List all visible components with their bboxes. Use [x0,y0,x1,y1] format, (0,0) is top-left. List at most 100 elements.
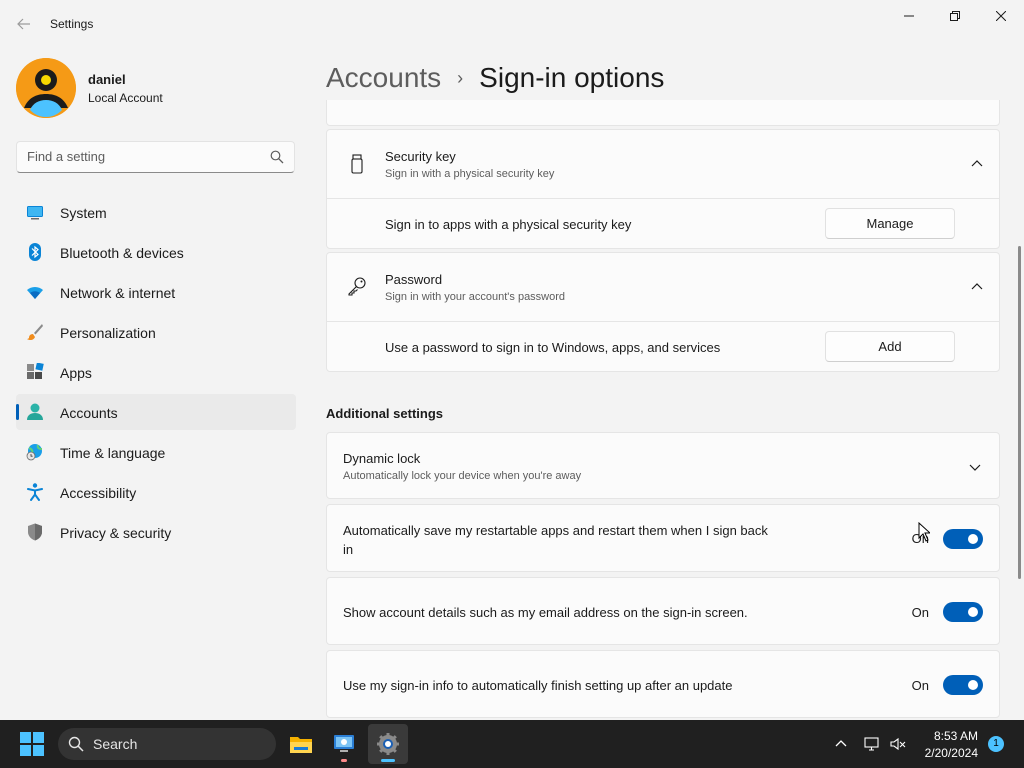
scrolled-card[interactable] [326,100,1000,126]
taskbar-search[interactable]: Search [58,728,276,760]
sidebar-item-label: Apps [60,365,92,381]
taskbar-remote-desktop[interactable] [324,724,364,764]
page-title: Sign-in options [479,62,665,93]
account-details-card: Show account details such as my email ad… [326,577,1000,645]
apps-icon [27,363,44,379]
network-icon[interactable] [864,736,880,752]
additional-settings-heading: Additional settings [326,406,443,421]
account-type: Local Account [88,91,163,105]
security-key-subtitle: Sign in with a physical security key [385,168,555,180]
sidebar-item-label: Accounts [60,405,118,421]
scrollbar-thumb[interactable] [1018,246,1021,579]
main-content: Security key Sign in with a physical sec… [326,100,1000,720]
signin-info-card: Use my sign-in info to automatically fin… [326,650,1000,718]
sidebar-item-personalization[interactable]: Personalization [16,314,296,350]
sidebar-item-accounts[interactable]: Accounts [16,394,296,430]
sidebar-item-network[interactable]: Network & internet [16,274,296,310]
signin-info-toggle[interactable] [943,675,983,695]
dynamic-lock-title: Dynamic lock [343,451,421,466]
sidebar-item-label: Network & internet [60,285,176,301]
taskbar-file-explorer[interactable] [281,724,321,764]
password-detail: Use a password to sign in to Windows, ap… [385,340,721,355]
active-indicator [381,759,395,762]
search-input[interactable] [27,149,257,164]
divider [327,198,1000,199]
running-indicator [341,759,347,762]
sidebar-item-label: System [60,205,107,221]
user-name: daniel [88,72,126,87]
password-header[interactable]: Password Sign in with your account's pas… [327,253,1000,321]
minimize-icon [904,15,914,17]
minimize-button[interactable] [886,0,932,32]
system-icon [27,206,43,220]
sidebar-nav: System Bluetooth & devices Network & int… [16,194,296,554]
account-details-toggle[interactable] [943,602,983,622]
clock-date[interactable]: 2/20/2024 [918,746,978,760]
volume-muted-icon[interactable] [890,736,906,752]
toggle-state-label: On [911,678,929,693]
key-icon [348,277,366,296]
breadcrumb-parent[interactable]: Accounts [326,62,441,94]
chevron-up-icon [971,160,983,167]
accounts-icon [27,403,43,420]
sidebar-item-accessibility[interactable]: Accessibility [16,474,296,510]
security-key-card: Security key Sign in with a physical sec… [326,129,1000,249]
password-subtitle: Sign in with your account's password [385,291,566,303]
back-button[interactable] [12,12,36,36]
signin-info-label: Use my sign-in info to automatically fin… [343,678,733,693]
password-card: Password Sign in with your account's pas… [326,252,1000,372]
divider [327,321,1000,322]
shield-icon [28,523,42,541]
notification-badge[interactable]: 1 [988,736,1004,752]
restore-icon [950,11,960,21]
user-avatar-icon [16,58,76,118]
dynamic-lock-subtitle: Automatically lock your device when you'… [343,470,582,482]
accessibility-icon [27,483,43,501]
sidebar-item-label: Personalization [60,325,156,341]
chevron-up-icon[interactable] [833,736,849,752]
bluetooth-icon [29,243,41,261]
manage-button[interactable]: Manage [825,208,955,239]
add-password-button[interactable]: Add [825,331,955,362]
back-arrow-icon [17,18,30,30]
taskbar-settings[interactable] [368,724,408,764]
taskbar-search-label: Search [93,736,138,752]
sidebar-item-label: Bluetooth & devices [60,245,184,261]
clock-time[interactable]: 8:53 AM [922,729,978,743]
security-key-detail: Sign in to apps with a physical security… [385,217,632,232]
search-icon [68,736,84,752]
settings-search[interactable] [16,141,295,173]
remote-desktop-icon [334,735,354,752]
taskbar: Search 8:53 AM 2/20/2024 1 [0,720,1024,768]
usb-key-icon [351,154,363,174]
avatar [16,58,76,118]
dynamic-lock-card[interactable]: Dynamic lock Automatically lock your dev… [326,432,1000,499]
restore-button[interactable] [932,0,978,32]
toggle-state-label: On [911,605,929,620]
restart-apps-label: Automatically save my restartable apps a… [343,523,768,538]
account-details-label: Show account details such as my email ad… [343,605,748,620]
chevron-up-icon [971,283,983,290]
breadcrumb: Accounts › Sign-in options [326,58,664,98]
globe-clock-icon [26,444,43,461]
sidebar-item-label: Privacy & security [60,525,172,541]
sidebar-item-privacy[interactable]: Privacy & security [16,514,296,550]
mouse-cursor-icon [918,522,930,542]
sidebar-item-system[interactable]: System [16,194,296,230]
close-icon [996,11,1006,21]
chevron-down-icon [969,464,981,471]
sidebar-item-apps[interactable]: Apps [16,354,296,390]
password-title: Password [385,272,443,287]
breadcrumb-separator: › [457,67,464,88]
start-button[interactable] [20,732,44,756]
search-icon [270,150,284,164]
restart-apps-label-cont: in [343,542,354,557]
sidebar-item-time-language[interactable]: Time & language [16,434,296,470]
restart-apps-toggle[interactable] [943,529,983,549]
restart-apps-card: Automatically save my restartable apps a… [326,504,1000,572]
close-button[interactable] [978,0,1024,32]
security-key-header[interactable]: Security key Sign in with a physical sec… [327,130,1000,198]
sidebar-item-bluetooth[interactable]: Bluetooth & devices [16,234,296,270]
app-title: Settings [50,17,94,31]
title-bar: Settings [0,0,1024,48]
